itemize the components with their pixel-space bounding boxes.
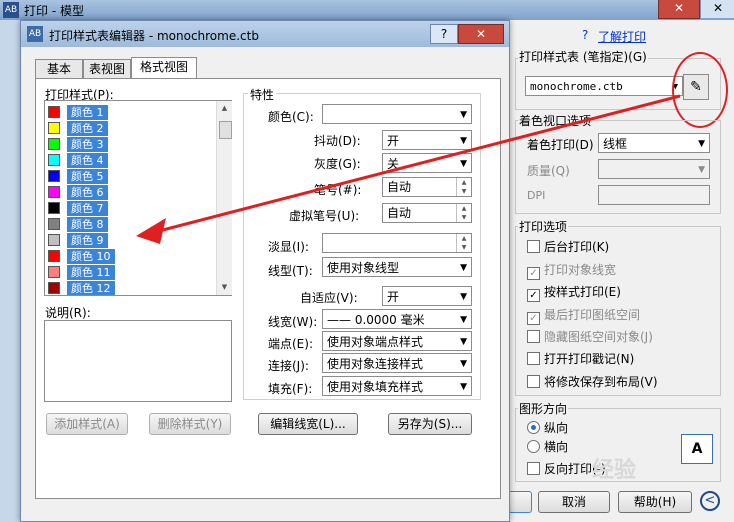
radio-portrait[interactable]: 纵向 [527,419,568,436]
learn-plot-link[interactable]: 了解打印 [598,28,646,45]
quality-label: 质量(Q) [527,164,570,178]
adaptive-select[interactable]: 开 ▼ [382,286,472,306]
plot-styles-list[interactable]: 颜色 1 颜色 2 颜色 3 颜色 4 颜色 5 颜色 6 颜色 7 颜色 8 … [44,100,232,296]
shade-plot-select[interactable]: 线框 ▼ [598,133,710,153]
save-as-button[interactable]: 另存为(S)... [388,413,472,435]
delete-style-button[interactable]: 删除样式(Y) [149,413,231,435]
plot-dialog-titlebar: AB 打印 - 模型 ✕ ✕ [0,0,734,20]
checkbox-hide-paperspace-objects[interactable]: 隐藏图纸空间对象(J) [527,328,653,345]
fillstyle-select[interactable]: 使用对象填充样式 ▼ [322,376,472,396]
plot-style-select[interactable]: monochrome.ctb ▼ [525,76,683,96]
shaded-viewport-group-label: 着色视口选项 [518,112,593,129]
lineweight-label: 线宽(W): [268,315,318,329]
checkbox-plot-lineweights[interactable]: ✓ 打印对象线宽 [527,261,616,280]
checkbox-plot-with-styles[interactable]: ✓ 按样式打印(E) [527,283,621,302]
plot-style-group-label: 打印样式表 (笔指定)(G) [518,48,648,65]
color-swatch [48,202,60,214]
orientation-preview-icon: A [681,434,713,464]
pen-number-spinner[interactable]: 自动 ▲ ▼ [382,177,472,197]
plot-dialog-close-button[interactable]: ✕ [658,0,700,19]
pen-label: 笔号(#): [314,183,362,197]
checkbox-background-plot[interactable]: 后台打印(K) [527,238,609,255]
linetype-select[interactable]: 使用对象线型 ▼ [322,257,472,277]
color-swatch [48,250,60,262]
screening-label: 淡显(I): [268,240,309,254]
dither-select[interactable]: 开 ▼ [382,130,472,150]
editor-titlebar: AB 打印样式表编辑器 - monochrome.ctb ? ✕ [21,21,509,47]
shade-plot-label: 着色打印(D) [527,138,594,152]
plot-dialog-close-icon[interactable]: ✕ [700,0,734,18]
endstyle-label: 端点(E): [268,337,313,351]
plot-options-group-label: 打印选项 [518,218,569,235]
editor-close-button[interactable]: ✕ [458,24,504,44]
back-icon[interactable]: < [700,491,720,511]
lineweight-select[interactable]: —— 0.0000 毫米 ▼ [322,309,472,329]
color-swatch [48,186,60,198]
grayscale-select[interactable]: 关 ▼ [382,153,472,173]
dpi-input[interactable] [598,185,710,205]
tab-form-view[interactable]: 格式视图 [131,57,197,79]
color-swatch [48,218,60,230]
color-swatch [48,138,60,150]
color-swatch [48,122,60,134]
scroll-up-icon[interactable]: ▲ [217,101,232,116]
tab-general[interactable]: 基本 [35,59,83,78]
grayscale-label: 灰度(G): [314,157,361,171]
add-style-button[interactable]: 添加样式(A) [46,413,128,435]
virtual-pen-label: 虚拟笔号(U): [289,209,360,223]
color-swatch [48,266,60,278]
tab-table-view[interactable]: 表视图 [83,59,131,78]
help-icon: ? [582,28,589,42]
fillstyle-label: 填充(F): [268,382,313,396]
color-swatch [48,234,60,246]
styles-list-scrollbar[interactable]: ▲ ▼ [216,101,232,295]
plot-dialog-title: 打印 - 模型 [24,4,84,18]
annotation-circle [672,52,728,128]
color-select[interactable]: ▼ [322,104,472,124]
color-swatch [48,170,60,182]
editor-app-icon: AB [27,26,43,42]
color-swatch [48,282,60,294]
checkbox-plot-stamp[interactable]: 打开打印戳记(N) [527,350,634,367]
color-swatch [48,154,60,166]
checkbox-plot-paperspace-last[interactable]: ✓ 最后打印图纸空间 [527,306,640,325]
screening-spinner[interactable]: ▲ ▼ [322,233,472,253]
dpi-label: DPI [527,189,546,202]
linetype-label: 线型(T): [268,264,313,278]
watermark: 经验 [592,458,637,483]
radio-landscape[interactable]: 横向 [527,438,568,455]
color-label: 颜色(C): [268,110,314,124]
edit-lineweights-button[interactable]: 编辑线宽(L)... [258,413,358,435]
scroll-thumb[interactable] [219,121,232,139]
quality-select[interactable]: ▼ [598,159,710,179]
properties-label: 特性 [248,86,277,103]
editor-help-button[interactable]: ? [430,24,458,44]
virtual-pen-spinner[interactable]: 自动 ▲ ▼ [382,203,472,223]
color-swatch [48,106,60,118]
cancel-button[interactable]: 取消 [538,491,610,513]
description-textarea[interactable] [44,320,232,402]
dither-label: 抖动(D): [314,134,361,148]
endstyle-select[interactable]: 使用对象端点样式 ▼ [322,331,472,351]
joinstyle-select[interactable]: 使用对象连接样式 ▼ [322,353,472,373]
app-icon: AB [3,2,19,18]
help-button[interactable]: 帮助(H) [618,491,692,513]
description-label: 说明(R): [45,306,91,320]
adaptive-label: 自适应(V): [300,291,358,305]
joinstyle-label: 连接(J): [268,359,309,373]
scroll-down-icon[interactable]: ▼ [217,280,232,295]
ok-button[interactable] [508,491,532,513]
editor-title: 打印样式表编辑器 - monochrome.ctb [49,29,259,43]
orientation-group-label: 图形方向 [518,400,569,417]
checkbox-save-to-layout[interactable]: 将修改保存到布局(V) [527,373,658,390]
